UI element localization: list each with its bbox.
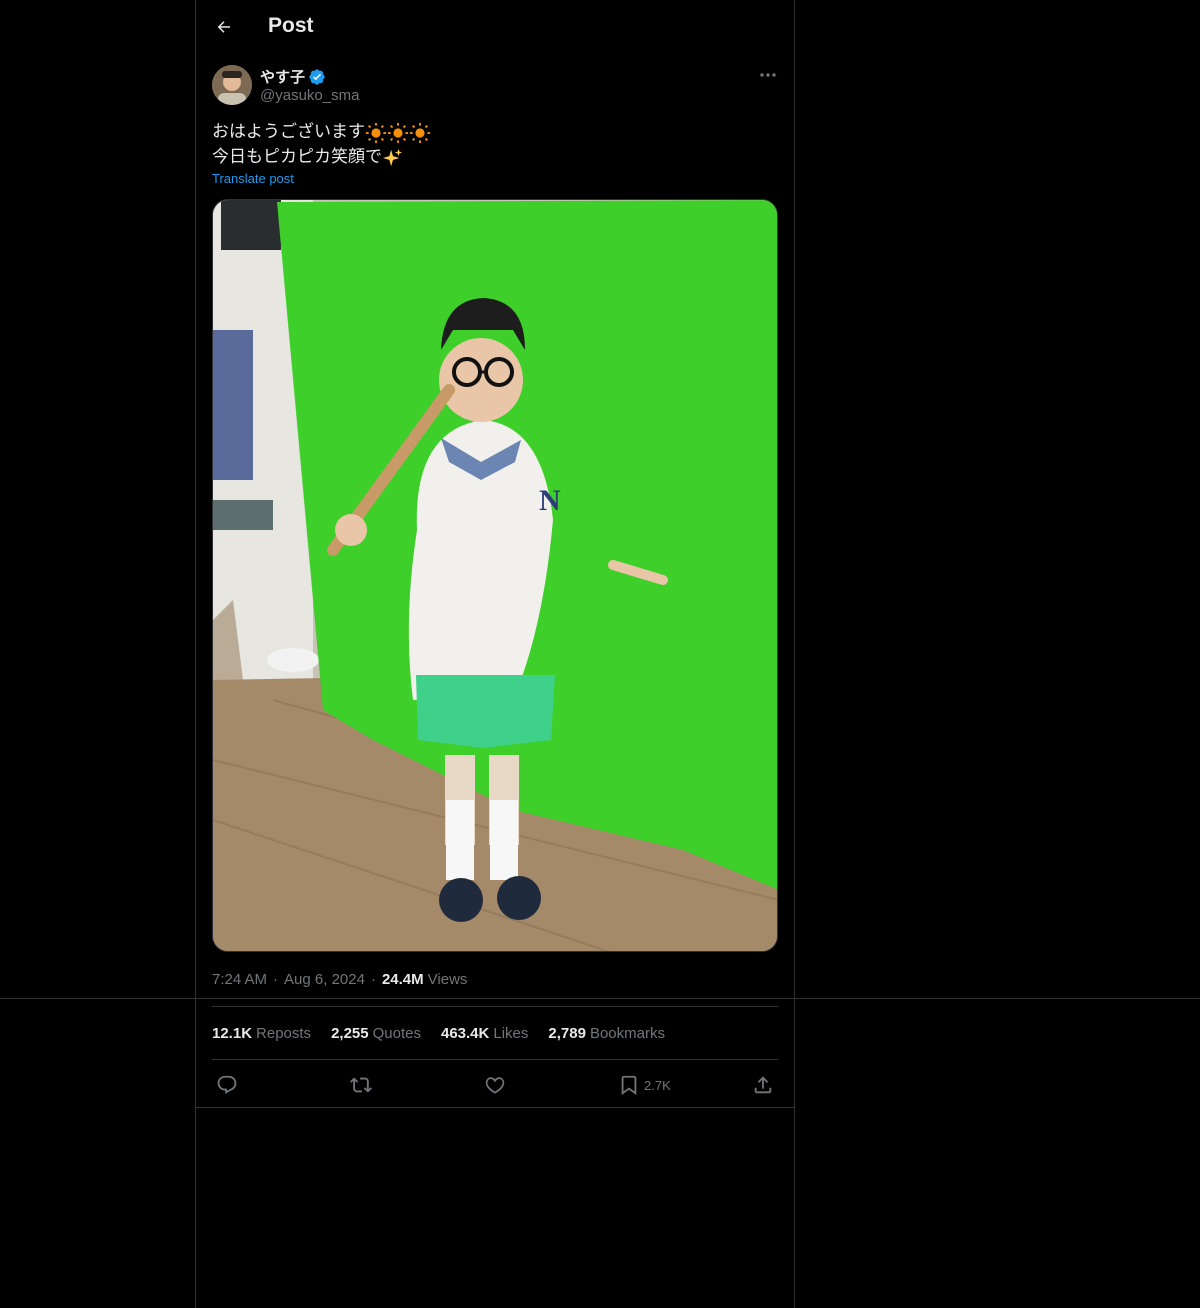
post-metadata: 7:24 AM · Aug 6, 2024 · 24.4M Views <box>212 971 467 988</box>
avatar[interactable] <box>212 65 252 105</box>
verified-badge-icon <box>309 68 325 85</box>
post-text-line-2: 今日もピカピカ笑顔で <box>212 147 382 167</box>
repost-button[interactable] <box>350 1071 372 1099</box>
reposts-label: Reposts <box>256 1025 312 1042</box>
likes-stat[interactable]: 463.4K Likes <box>441 1025 528 1042</box>
engagement-stats: 12.1K Reposts 2,255 Quotes 463.4K Likes … <box>212 1025 665 1042</box>
more-icon <box>760 73 776 77</box>
share-button[interactable] <box>752 1071 774 1099</box>
likes-count: 463.4K <box>440 1025 490 1042</box>
divider <box>212 1059 778 1060</box>
post-text: おはようございます 今日もピカピカ笑顔で <box>212 120 431 170</box>
more-options-button[interactable] <box>754 64 782 86</box>
bookmarks-count: 2,789 <box>548 1025 586 1042</box>
post-column: Post やす子 @yasuko_sma おはようございます 今日もピカピカ笑顔… <box>196 0 794 1308</box>
photo-image: N <box>213 200 777 951</box>
post-date[interactable]: Aug 6, 2024 <box>284 971 365 988</box>
reply-button[interactable] <box>216 1071 238 1099</box>
display-name[interactable]: やす子 <box>260 66 305 87</box>
post-photo[interactable]: N <box>212 199 778 952</box>
heart-icon <box>485 1077 505 1094</box>
bookmark-icon <box>621 1075 637 1096</box>
share-icon <box>754 1076 772 1094</box>
sun-emoji-icon <box>387 122 409 143</box>
page-title: Post <box>268 14 314 37</box>
svg-text:N: N <box>539 484 561 517</box>
post-text-line-1: おはようございます <box>212 122 365 142</box>
reply-icon <box>217 1075 237 1094</box>
arrow-left-icon <box>217 21 230 33</box>
avatar-image <box>212 65 252 105</box>
right-column-border <box>794 0 795 1308</box>
meta-separator: · <box>273 971 279 988</box>
likes-label: Likes <box>493 1025 529 1042</box>
post-line-2: 今日もピカピカ笑顔で <box>212 145 431 170</box>
sun-emoji-icon <box>365 122 387 143</box>
quotes-count: 2,255 <box>331 1025 369 1042</box>
meta-separator: · <box>370 971 376 988</box>
back-button[interactable] <box>208 11 240 43</box>
author-name-row[interactable]: やす子 <box>260 66 326 87</box>
translate-post-link[interactable]: Translate post <box>212 171 294 186</box>
reposts-count: 12.1K <box>212 1025 253 1042</box>
post-bottom-border <box>196 1107 794 1108</box>
like-button[interactable] <box>484 1071 506 1099</box>
repost-icon <box>350 1077 372 1093</box>
post-line-1: おはようございます <box>212 120 431 145</box>
bookmark-button[interactable]: 2.7K <box>618 1071 671 1099</box>
action-bar: 2.7K <box>196 1068 794 1100</box>
bookmarks-label: Bookmarks <box>589 1025 665 1042</box>
header: Post <box>196 0 794 54</box>
bookmark-count: 2.7K <box>644 1077 671 1093</box>
reposts-stat[interactable]: 12.1K Reposts <box>212 1025 311 1042</box>
views-count: 24.4M <box>381 971 424 988</box>
quotes-stat[interactable]: 2,255 Quotes <box>331 1025 421 1042</box>
sun-emoji-icon <box>409 122 431 143</box>
views-label: Views <box>427 971 468 988</box>
quotes-label: Quotes <box>372 1025 421 1042</box>
bookmarks-stat[interactable]: 2,789 Bookmarks <box>548 1025 665 1042</box>
author-handle[interactable]: @yasuko_sma <box>260 87 359 104</box>
post-time[interactable]: 7:24 AM <box>212 971 267 988</box>
divider <box>212 1006 778 1007</box>
sparkles-emoji-icon <box>382 148 403 166</box>
